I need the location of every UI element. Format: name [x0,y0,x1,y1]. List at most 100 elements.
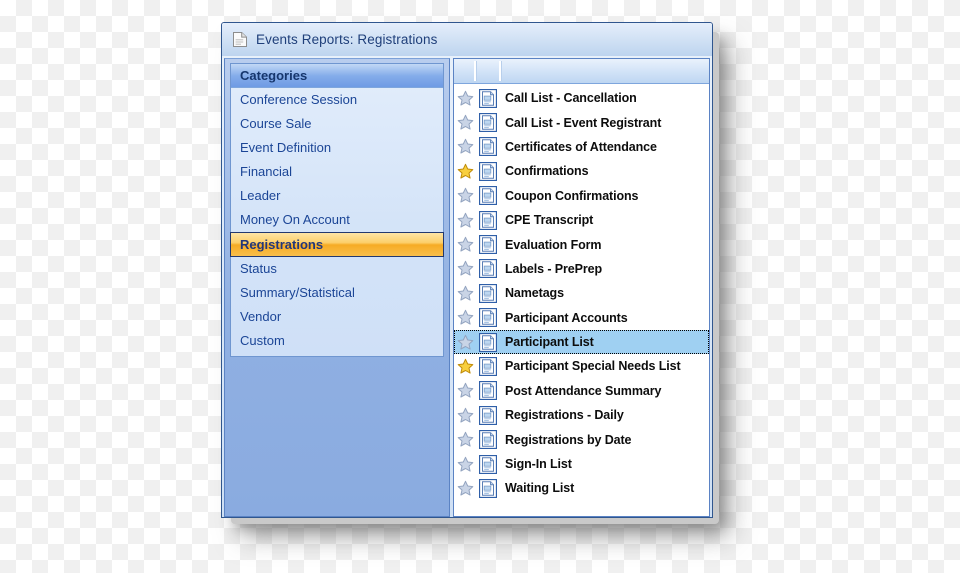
report-list-rows: Call List - Cancellation Call List - Even… [454,84,709,516]
sidebar-item-summary-statistical[interactable]: Summary/Statistical [231,281,443,305]
star-icon[interactable] [457,309,474,326]
events-reports-window: Events Reports: Registrations Categories… [221,22,713,518]
report-document-icon [479,161,497,181]
sidebar-item-leader[interactable]: Leader [231,184,443,208]
sidebar-item-event-definition[interactable]: Event Definition [231,136,443,160]
star-icon[interactable] [457,480,474,497]
star-icon[interactable] [457,334,474,351]
report-list-item-label: Post Attendance Summary [505,383,662,398]
sidebar-item-label: Leader [240,188,281,203]
star-icon[interactable] [457,114,474,131]
report-list-item[interactable]: Waiting List [454,476,709,500]
report-list-item[interactable]: Labels - PrePrep [454,257,709,281]
report-list-item-label: Certificates of Attendance [505,139,657,154]
star-icon[interactable] [457,407,474,424]
sidebar-item-financial[interactable]: Financial [231,160,443,184]
report-list-item-label: Participant List [505,335,594,350]
report-list-item-label: CPE Transcript [505,213,594,228]
report-document-icon [479,210,497,230]
report-list-item[interactable]: Participant Accounts [454,306,709,330]
report-list-item-label: Sign-In List [505,457,572,472]
star-icon[interactable] [457,212,474,229]
report-list-item-label: Registrations - Daily [505,408,624,423]
star-icon[interactable] [457,138,474,155]
sidebar-item-vendor[interactable]: Vendor [231,305,443,329]
sidebar-item-money-on-account[interactable]: Money On Account [231,208,443,232]
report-list-item[interactable]: Participant List [454,329,709,355]
sidebar-item-label: Registrations [240,237,324,252]
star-icon[interactable] [457,358,474,375]
window-title: Events Reports: Registrations [256,32,438,47]
report-list-item-label: Participant Accounts [505,310,628,325]
report-list-item-label: Evaluation Form [505,237,602,252]
report-list-item[interactable]: Participant Special Needs List [454,354,709,378]
report-list-item-label: Nametags [505,286,564,301]
categories-items: Conference Session Course Sale Event Defin… [230,88,444,353]
sidebar-item-label: Course Sale [240,116,312,131]
star-icon[interactable] [457,90,474,107]
document-icon [233,32,247,47]
sidebar-item-label: Conference Session [240,92,358,107]
star-icon[interactable] [457,382,474,399]
star-icon[interactable] [457,260,474,277]
sidebar-item-course-sale[interactable]: Course Sale [231,112,443,136]
report-list-column-header[interactable] [454,59,709,84]
report-list-item-label: Call List - Cancellation [505,91,637,106]
report-list-item-label: Participant Special Needs List [505,359,681,374]
report-list-panel: Call List - Cancellation Call List - Even… [453,58,710,517]
report-document-icon [479,235,497,255]
report-document-icon [479,259,497,279]
sidebar-item-label: Custom [240,333,285,348]
sidebar-item-label: Money On Account [240,212,350,227]
sidebar-item-label: Vendor [240,309,282,324]
star-icon[interactable] [457,236,474,253]
report-document-icon [479,381,497,401]
categories-list-header: Categories [231,64,443,88]
report-list-item-label: Call List - Event Registrant [505,115,662,130]
report-document-icon [479,113,497,133]
sidebar-item-label: Summary/Statistical [240,285,355,300]
report-list-item[interactable]: Registrations - Daily [454,403,709,427]
report-document-icon [479,478,497,498]
column-divider-1[interactable] [474,61,476,81]
sidebar-item-status[interactable]: Status [231,257,443,281]
report-document-icon [479,430,497,450]
report-document-icon [479,308,497,328]
report-document-icon [479,283,497,303]
star-icon[interactable] [457,187,474,204]
column-divider-2[interactable] [499,61,501,81]
report-list-item[interactable]: Certificates of Attendance [454,135,709,159]
star-icon[interactable] [457,285,474,302]
report-document-icon [479,137,497,157]
report-list-item[interactable]: Call List - Event Registrant [454,110,709,134]
star-icon[interactable] [457,456,474,473]
report-document-icon [479,454,497,474]
star-icon[interactable] [457,431,474,448]
report-document-icon [479,88,497,108]
star-icon[interactable] [457,163,474,180]
sidebar-item-label: Status [240,261,277,276]
report-list-item-label: Waiting List [505,481,575,496]
report-document-icon [479,332,497,352]
report-list-item[interactable]: Confirmations [454,159,709,183]
report-list-item-label: Labels - PrePrep [505,261,603,276]
sidebar-item-registrations[interactable]: Registrations [230,232,444,257]
report-document-icon [479,186,497,206]
report-document-icon [479,356,497,376]
report-list-item[interactable]: Nametags [454,281,709,305]
sidebar-item-label: Event Definition [240,140,332,155]
report-list-item-label: Confirmations [505,164,589,179]
sidebar-item-conference-session[interactable]: Conference Session [231,88,443,112]
report-list-item[interactable]: Post Attendance Summary [454,379,709,403]
report-list-item[interactable]: Sign-In List [454,452,709,476]
sidebar-item-custom[interactable]: Custom [231,329,443,353]
report-list-item-label: Registrations by Date [505,432,632,447]
window-title-bar: Events Reports: Registrations [222,23,712,56]
report-list-item[interactable]: Call List - Cancellation [454,86,709,110]
report-list-item[interactable]: CPE Transcript [454,208,709,232]
window-body: Categories Conference Session Course Sale… [222,56,712,517]
report-list-item[interactable]: Coupon Confirmations [454,184,709,208]
sidebar-item-label: Financial [240,164,293,179]
report-list-item[interactable]: Registrations by Date [454,427,709,451]
report-list-item[interactable]: Evaluation Form [454,232,709,256]
